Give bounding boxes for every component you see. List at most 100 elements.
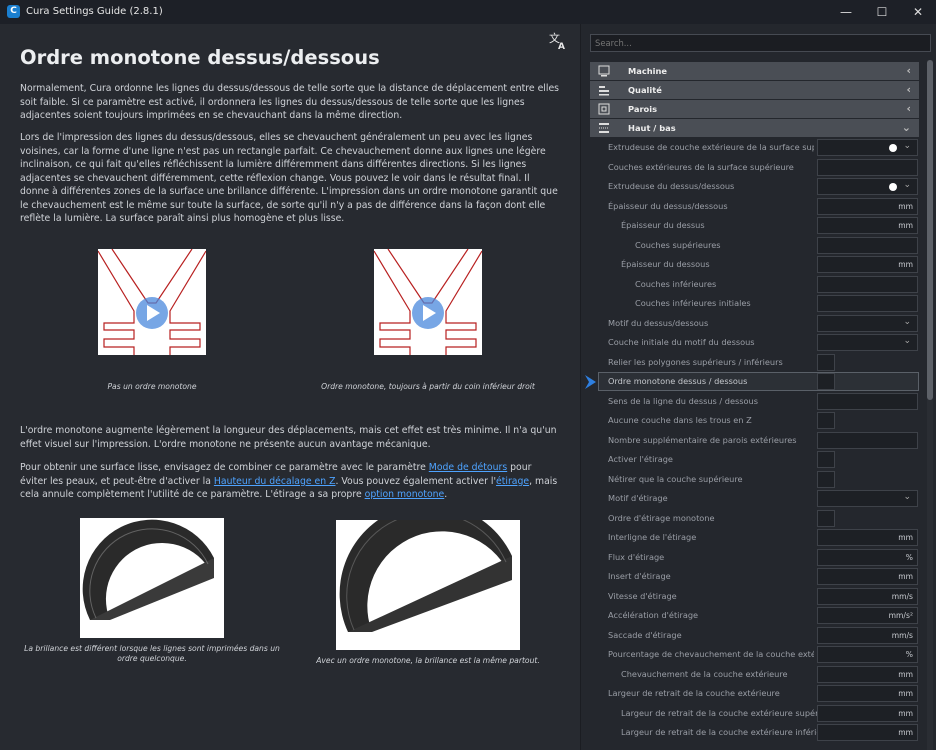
setting-row[interactable]: Motif du dessus/dessous ⌄ bbox=[590, 314, 919, 334]
setting-row[interactable]: Ordre d'étirage monotone bbox=[590, 509, 919, 529]
checkbox[interactable] bbox=[817, 451, 835, 468]
settings-panel: Machine‹ Qualité‹ Parois‹ Haut / bas⌄ Ex… bbox=[580, 24, 936, 750]
setting-row[interactable]: Activer l'étirage bbox=[590, 450, 919, 470]
intro-paragraph: Normalement, Cura ordonne les lignes du … bbox=[20, 83, 560, 121]
protractor-uniform-figure bbox=[336, 520, 520, 650]
walls-icon bbox=[598, 103, 610, 115]
setting-row[interactable]: Aucune couche dans les trous en Z bbox=[590, 411, 919, 431]
pattern-select[interactable]: ⌄ bbox=[817, 314, 918, 332]
chevron-left-icon: ‹ bbox=[906, 64, 911, 77]
setting-row[interactable]: Nétirer que la couche supérieure bbox=[590, 470, 919, 490]
setting-row[interactable]: Couches supérieures bbox=[590, 236, 919, 256]
checkbox[interactable] bbox=[817, 412, 835, 429]
value-field[interactable] bbox=[817, 275, 918, 293]
title-bar: C Cura Settings Guide (2.8.1) — ☐ ✕ bbox=[0, 0, 936, 24]
search-input[interactable] bbox=[590, 34, 931, 52]
setting-row[interactable]: Flux d'étirage% bbox=[590, 548, 919, 568]
layers-icon bbox=[599, 86, 609, 96]
chevron-left-icon: ‹ bbox=[906, 102, 911, 115]
setting-row[interactable]: Couches inférieures bbox=[590, 275, 919, 295]
value-field[interactable]: % bbox=[817, 646, 918, 663]
setting-row[interactable]: Sens de la ligne du dessus / dessous bbox=[590, 392, 919, 412]
top-bottom-icon bbox=[599, 123, 609, 133]
protractor-glossy-figure bbox=[80, 518, 224, 638]
setting-row[interactable]: Épaisseur du dessus mm bbox=[590, 216, 919, 236]
link-combing-mode[interactable]: Mode de détours bbox=[429, 462, 507, 473]
value-field[interactable]: mm bbox=[817, 665, 918, 683]
setting-row[interactable]: Nombre supplémentaire de parois extérieu… bbox=[590, 431, 919, 451]
checkbox[interactable] bbox=[817, 470, 835, 488]
setting-row[interactable]: Accélération d'étirage mm/s² bbox=[590, 606, 919, 626]
value-field[interactable]: mm/s bbox=[817, 587, 918, 605]
value-field[interactable]: mm bbox=[817, 568, 918, 585]
link-z-hop[interactable]: Hauteur du décalage en Z bbox=[214, 476, 336, 487]
tips-paragraph: Pour obtenir une surface lisse, envisage… bbox=[20, 462, 558, 500]
extruder-select[interactable]: ⌄ bbox=[817, 178, 918, 195]
setting-row[interactable]: Relier les polygones supérieurs / inféri… bbox=[590, 353, 919, 373]
value-field[interactable] bbox=[817, 392, 918, 410]
value-field[interactable]: mm bbox=[817, 256, 918, 273]
pattern-select[interactable]: ⌄ bbox=[817, 334, 918, 351]
figure-caption: Ordre monotone, toujours à partir du coi… bbox=[321, 382, 535, 391]
setting-row[interactable]: Interligne de l'étirage mm bbox=[590, 528, 919, 548]
setting-row[interactable]: Épaisseur du dessus/dessous mm bbox=[590, 197, 919, 217]
maximize-button[interactable]: ☐ bbox=[864, 0, 900, 24]
setting-row[interactable]: Chevauchement de la couche extérieure mm bbox=[590, 665, 919, 685]
overlap-paragraph: Lors de l'impression des lignes du dessu… bbox=[20, 132, 558, 224]
link-ironing[interactable]: étirage bbox=[496, 476, 529, 487]
checkbox[interactable] bbox=[817, 509, 835, 527]
window-title: Cura Settings Guide (2.8.1) bbox=[26, 6, 163, 17]
category-quality[interactable]: Qualité ‹ bbox=[590, 81, 919, 99]
setting-row[interactable]: Extrudeuse de couche extérieure de la su… bbox=[590, 138, 919, 158]
value-field[interactable]: mm bbox=[817, 704, 918, 722]
chevron-down-icon: ⌄ bbox=[901, 121, 911, 134]
setting-row[interactable]: Largeur de retrait de la couche extérieu… bbox=[590, 723, 919, 743]
chevron-left-icon: ‹ bbox=[906, 83, 911, 96]
value-field[interactable]: mm bbox=[817, 197, 918, 215]
value-field[interactable] bbox=[817, 295, 918, 312]
setting-row[interactable]: Couches extérieures de la surface supéri… bbox=[590, 158, 919, 178]
category-top-bottom[interactable]: Haut / bas ⌄ bbox=[590, 119, 919, 137]
category-machine[interactable]: Machine ‹ bbox=[590, 62, 919, 80]
value-field[interactable]: mm/s bbox=[817, 626, 918, 644]
extruder-select[interactable]: ⌄ bbox=[817, 139, 918, 156]
pattern-select[interactable]: ⌄ bbox=[817, 490, 918, 507]
minimize-button[interactable]: — bbox=[828, 0, 864, 24]
setting-row[interactable]: Vitesse d'étirage mm/s bbox=[590, 587, 919, 607]
value-field[interactable]: mm/s² bbox=[817, 607, 918, 624]
close-button[interactable]: ✕ bbox=[900, 0, 936, 24]
value-field[interactable]: mm bbox=[817, 724, 918, 741]
non-monotonic-figure[interactable] bbox=[98, 249, 206, 355]
category-walls[interactable]: Parois ‹ bbox=[590, 100, 919, 118]
setting-row[interactable]: Pourcentage de chevauchement de la couch… bbox=[590, 645, 919, 665]
value-field[interactable]: mm bbox=[817, 685, 918, 702]
value-field[interactable]: mm bbox=[817, 217, 918, 234]
setting-row-monotonic[interactable]: Ordre monotone dessus / dessous bbox=[590, 372, 919, 392]
setting-row[interactable]: Couches inférieures initiales bbox=[590, 294, 919, 314]
figure-caption: Avec un ordre monotone, la brillance est… bbox=[316, 656, 540, 665]
setting-row[interactable]: Largeur de retrait de la couche extérieu… bbox=[590, 684, 919, 704]
monotonic-figure[interactable] bbox=[374, 249, 482, 355]
setting-row[interactable]: Épaisseur du dessous mm bbox=[590, 255, 919, 275]
checkbox[interactable] bbox=[817, 353, 835, 371]
value-field[interactable] bbox=[817, 431, 918, 449]
setting-row[interactable]: Saccade d'étirage mm/s bbox=[590, 626, 919, 646]
app-icon: C bbox=[7, 5, 20, 18]
figure-caption: Pas un ordre monotone bbox=[107, 382, 197, 391]
setting-row[interactable]: Largeur de retrait de la couche extérieu… bbox=[590, 704, 919, 724]
setting-row[interactable]: Extrudeuse du dessus/dessous ⌄ bbox=[590, 177, 919, 197]
setting-row[interactable]: Couche initiale du motif du dessous ⌄ bbox=[590, 333, 919, 353]
checkbox[interactable] bbox=[817, 373, 835, 390]
translate-icon[interactable]: 文 A bbox=[548, 30, 568, 50]
setting-row[interactable]: Insert d'étirage mm bbox=[590, 567, 919, 587]
article-pane: Ordre monotone dessus/dessous 文 A Normal… bbox=[0, 24, 580, 750]
link-monotonic-ironing[interactable]: option monotone bbox=[365, 489, 445, 500]
figure-caption: La brillance est différent lorsque les l… bbox=[24, 644, 280, 663]
value-field[interactable]: mm bbox=[817, 529, 918, 546]
value-field[interactable]: % bbox=[817, 548, 918, 566]
setting-row[interactable]: Motif d'étirage ⌄ bbox=[590, 489, 919, 509]
scrollbar-thumb[interactable] bbox=[927, 60, 933, 400]
value-field[interactable] bbox=[817, 236, 918, 254]
value-field[interactable] bbox=[817, 158, 918, 176]
printer-icon bbox=[598, 65, 610, 77]
